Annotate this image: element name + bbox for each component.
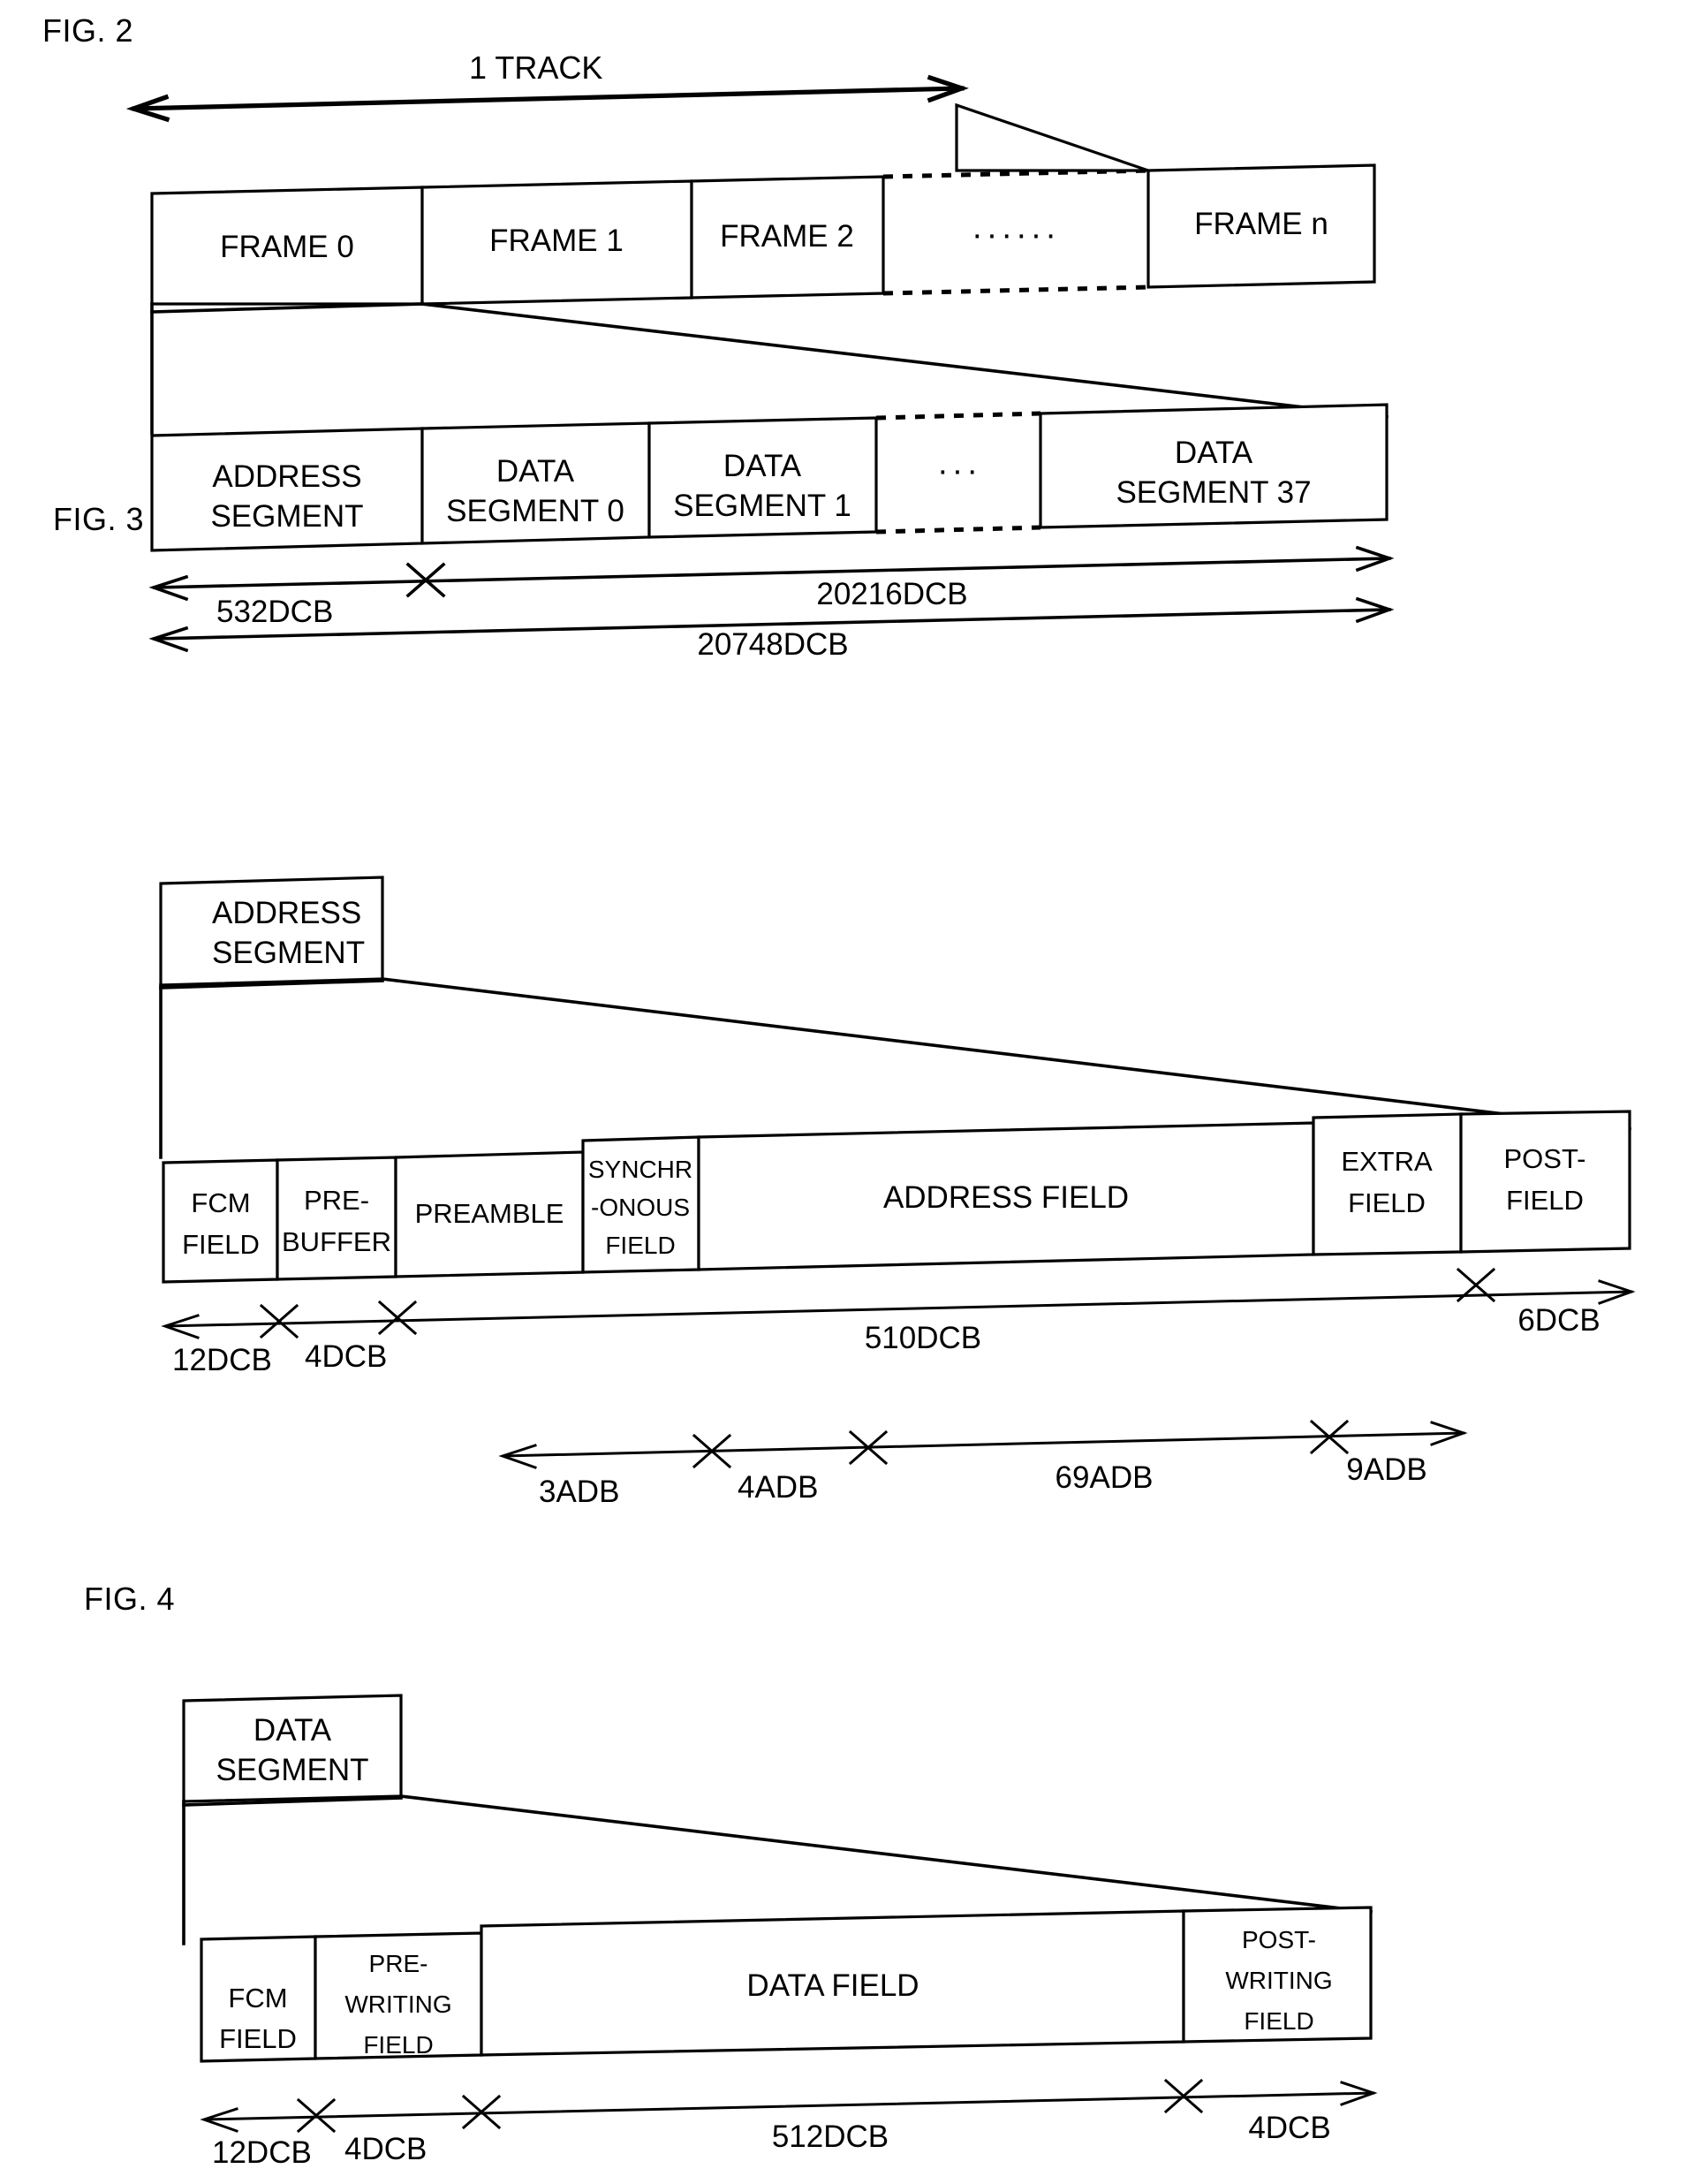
fig4-field-fcm-line1: FCM (228, 1983, 287, 2013)
fig4-field-prewriting-line1: PRE- (369, 1950, 428, 1977)
fig3-dim-510dcb: 510DCB (865, 1321, 981, 1355)
patent-drawing-sheet: FIG. 2 1 TRACK FRAME 0 FRAME 0 FRAME 0 F… (0, 0, 1695, 2184)
track-label: 1 TRACK (469, 49, 602, 86)
field-box-extra (1312, 1112, 1463, 1256)
fig4-field-postwriting-line1: POST- (1242, 1926, 1316, 1953)
field-preamble-label: PREAMBLE (415, 1198, 564, 1229)
frame-1-title: FRAME 1 (489, 224, 624, 258)
fig4-dim-4dcb-end: 4DCB (1248, 2111, 1330, 2145)
field-sync-line2: -ONOUS (591, 1194, 690, 1221)
fig3-dim-12dcb: 12DCB (172, 1343, 272, 1377)
frame-n-title: FRAME n (1194, 207, 1328, 241)
dim-label-20748dcb: 20748DCB (697, 627, 848, 662)
figures-canvas: FIG. 2 1 TRACK FRAME 0 FRAME 0 FRAME 0 F… (0, 0, 1695, 2184)
field-sync-line1: SYNCHR (588, 1156, 692, 1183)
field-fcm-line2: FIELD (182, 1229, 260, 1260)
field-box-post (1459, 1110, 1631, 1254)
fig3-dim-3adb: 3ADB (539, 1475, 619, 1509)
fig4-dim-512dcb: 512DCB (772, 2120, 889, 2154)
fig4-dim-12dcb: 12DCB (212, 2135, 312, 2170)
fig3-label: FIG. 3 (53, 501, 144, 537)
fig4-label: FIG. 4 (84, 1581, 175, 1617)
segment-2-line1: DATA (723, 449, 802, 483)
frame-0-title: FRAME 0 (220, 230, 354, 264)
fig4-dim-4dcb: 4DCB (344, 2132, 427, 2166)
frame-2-title: FRAME 2 (720, 219, 854, 254)
fig4-field-prewriting-line3: FIELD (363, 2031, 433, 2059)
field-sync-line3: FIELD (605, 1232, 675, 1259)
fig3-dim-9adb: 9ADB (1346, 1452, 1426, 1487)
field-fcm-line1: FCM (191, 1187, 250, 1218)
dim-label-532dcb: 532DCB (216, 595, 333, 629)
data-segment-line1: DATA (253, 1713, 332, 1748)
fig3-dim-4dcb: 4DCB (305, 1339, 387, 1374)
field-box-fcm (162, 1158, 279, 1284)
field-address-label: ADDRESS FIELD (883, 1180, 1129, 1215)
segment-0-line2: SEGMENT (210, 499, 363, 534)
fig4-source-box: DATA SEGMENT (182, 1694, 403, 1803)
field-extra-line2: FIELD (1348, 1187, 1426, 1218)
segment-2-line2: SEGMENT 1 (673, 489, 851, 523)
segment-3-line1: DATA (1175, 436, 1253, 470)
segment-0-line1: ADDRESS (212, 459, 361, 494)
field-prebuffer-line1: PRE- (304, 1185, 369, 1216)
frames-ellipsis: ······ (972, 216, 1060, 254)
fig3-dim-69adb: 69ADB (1056, 1460, 1154, 1495)
segment-1-line1: DATA (496, 454, 575, 489)
data-segment-line2: SEGMENT (216, 1753, 368, 1787)
segment-3-line2: SEGMENT 37 (1116, 475, 1311, 510)
field-box-prebuffer (276, 1156, 397, 1281)
page-background (0, 0, 1695, 2184)
fig4-field-prewriting-line2: WRITING (344, 1991, 451, 2018)
field-extra-line1: EXTRA (1341, 1146, 1433, 1177)
field-post-line2: FIELD (1506, 1185, 1584, 1216)
fig4-field-postwriting-line2: WRITING (1225, 1967, 1332, 1994)
address-segment-line1: ADDRESS (212, 896, 361, 930)
fig4-field-postwriting-line3: FIELD (1244, 2007, 1313, 2035)
address-segment-line2: SEGMENT (212, 936, 365, 970)
field-post-line1: POST- (1503, 1143, 1585, 1174)
fig2-label: FIG. 2 (42, 12, 133, 49)
dim-label-20216dcb: 20216DCB (816, 577, 967, 611)
fig3-dim-4adb: 4ADB (738, 1470, 818, 1505)
fig3-source-box: ADDRESS SEGMENT (159, 876, 384, 987)
fig4-field-fcm-line2: FIELD (219, 2023, 297, 2054)
field-prebuffer-line2: BUFFER (282, 1226, 391, 1257)
fig4-field-data-label: DATA FIELD (746, 1968, 919, 2003)
segments-ellipsis: ··· (937, 452, 981, 489)
fig3-dim-6dcb: 6DCB (1517, 1303, 1600, 1338)
segment-1-line2: SEGMENT 0 (446, 494, 624, 528)
